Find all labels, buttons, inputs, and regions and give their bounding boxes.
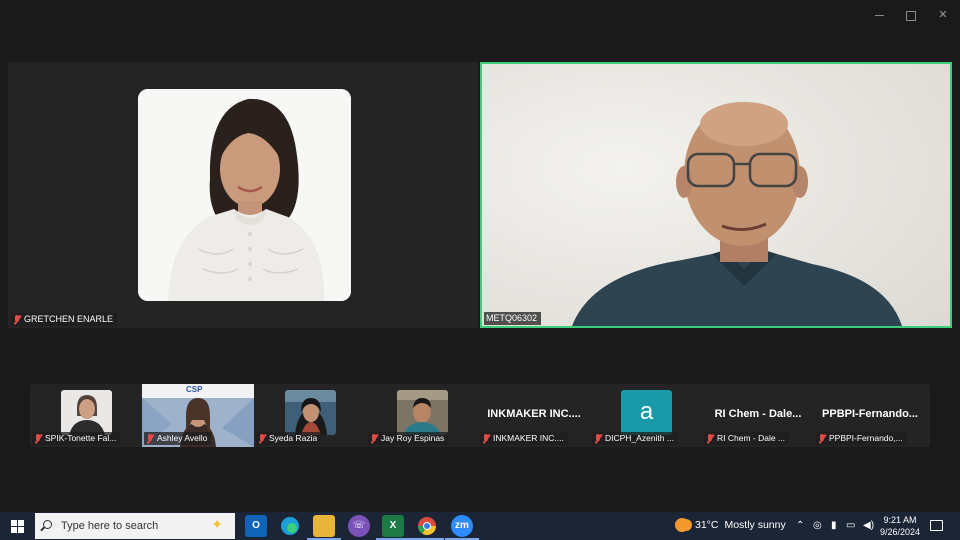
participant-name-tag: Ashley Avello [144, 432, 212, 445]
thumbnail-participant[interactable]: CSP Ashley Avello [142, 384, 254, 447]
mic-muted-icon [594, 433, 602, 444]
zoom-icon[interactable]: zm [445, 515, 479, 540]
weather-sun-icon [675, 518, 689, 532]
maximize-button[interactable] [901, 6, 921, 24]
profile-photo [138, 89, 351, 301]
thumbnail-participant[interactable]: RI Chem - Dale... RI Chem - Dale ... [702, 384, 814, 447]
window-titlebar: ✕ [0, 0, 960, 30]
weather-temp: 31°C [695, 519, 719, 531]
participant-video [285, 390, 336, 435]
participant-thumbnail-strip: SPIK-Tonette Fal... CSP Ashley Avello Sy… [30, 384, 930, 447]
start-button[interactable] [0, 512, 34, 540]
video-tile-active-speaker[interactable]: METQ06302 [480, 62, 952, 328]
thumbnail-participant[interactable]: a DICPH_Azenith ... [590, 384, 702, 447]
clock-date: 9/26/2024 [879, 527, 921, 537]
windows-taskbar: Type here to search ✦ O ☏ X zm 31°C Most… [0, 512, 960, 540]
microphone-icon[interactable]: ▮ [831, 520, 837, 531]
thumbnail-participant[interactable]: INKMAKER INC.... INKMAKER INC.... [478, 384, 590, 447]
mic-muted-icon [482, 433, 490, 444]
search-icon [43, 520, 52, 529]
mic-muted-icon [706, 433, 714, 444]
file-explorer-icon[interactable] [307, 515, 341, 540]
participant-name: METQ06302 [486, 313, 538, 323]
participant-initial-avatar: a [621, 390, 672, 435]
participant-name: GRETCHEN ENARLE [24, 314, 114, 324]
battery-icon[interactable]: ▭ [846, 520, 855, 531]
thumbnail-participant[interactable]: Syeda Razia [254, 384, 366, 447]
clock-time: 9:21 AM [883, 515, 917, 525]
taskbar-search-input[interactable]: Type here to search ✦ [35, 513, 235, 539]
participant-name-tag: DICPH_Azenith ... [592, 432, 678, 445]
participant-name-tag: SPIK-Tonette Fal... [32, 432, 121, 445]
chevron-up-icon[interactable]: ⌃ [796, 520, 804, 531]
participant-name-tag: Syeda Razia [256, 432, 322, 445]
close-button[interactable]: ✕ [933, 6, 953, 24]
thumbnail-participant[interactable]: Jay Roy Espinas [366, 384, 478, 447]
participant-display-name: RI Chem - Dale... [714, 408, 802, 420]
speaker-video-feed [482, 64, 950, 326]
meet-now-icon[interactable]: ◎ [813, 520, 822, 531]
participant-name-tag: INKMAKER INC.... [480, 432, 568, 445]
windows-logo-icon [11, 520, 17, 526]
mic-muted-icon [13, 314, 21, 325]
participant-video [397, 390, 448, 435]
minimize-button[interactable] [870, 6, 890, 24]
participant-name-tag: METQ06302 [484, 312, 542, 325]
search-highlight-icon: ✦ [211, 516, 223, 532]
mic-muted-icon [258, 433, 266, 444]
mic-muted-icon [34, 433, 42, 444]
participant-display-name: INKMAKER INC.... [487, 408, 581, 420]
participant-name-tag: PPBPI-Fernando,... [816, 432, 907, 445]
participant-name-tag: RI Chem - Dale ... [704, 432, 790, 445]
video-tile-gretchen[interactable]: GRETCHEN ENARLE [8, 62, 478, 328]
chrome-icon[interactable] [410, 515, 444, 540]
search-placeholder: Type here to search [61, 520, 159, 532]
edge-icon[interactable] [279, 515, 301, 537]
thumbnail-participant[interactable]: PPBPI-Fernando... PPBPI-Fernando,... [814, 384, 926, 447]
mic-muted-icon [146, 433, 154, 444]
participant-name-tag: GRETCHEN ENARLE [11, 313, 118, 326]
viber-icon[interactable]: ☏ [348, 515, 370, 537]
volume-icon[interactable]: ◀) [863, 520, 874, 531]
outlook-icon[interactable]: O [245, 515, 267, 537]
participant-video [61, 390, 112, 435]
system-clock[interactable]: 9:21 AM 9/26/2024 [878, 514, 922, 538]
mic-muted-icon [370, 433, 378, 444]
participant-display-name: PPBPI-Fernando... [822, 408, 918, 420]
thumbnail-participant[interactable]: SPIK-Tonette Fal... [30, 384, 142, 447]
mic-muted-icon [818, 433, 826, 444]
banner-logo-text: CSP [186, 385, 203, 394]
weather-widget[interactable]: 31°C Mostly sunny [675, 518, 786, 532]
weather-description: Mostly sunny [724, 519, 786, 531]
participant-name-tag: Jay Roy Espinas [368, 432, 449, 445]
notification-icon[interactable] [930, 520, 943, 531]
excel-icon[interactable]: X [376, 515, 410, 540]
